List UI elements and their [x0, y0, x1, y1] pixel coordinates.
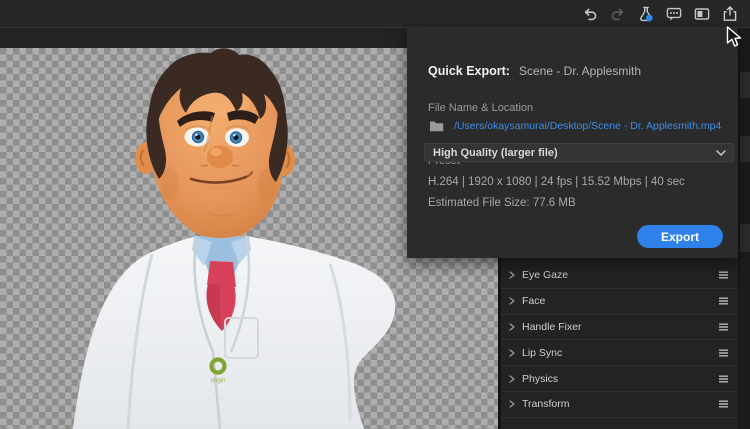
- quick-export-title-label: Quick Export:: [428, 64, 510, 78]
- behavior-label: Eye Gaze: [522, 269, 569, 282]
- chevron-right-icon: [509, 349, 515, 357]
- chevron-right-icon: [509, 297, 515, 305]
- eye-glint-right: [233, 134, 236, 137]
- behavior-label: Transform: [522, 398, 570, 411]
- toolbar-icon-group: [581, 0, 739, 28]
- tie-knot: [207, 261, 236, 287]
- behavior-label: Face: [522, 295, 546, 308]
- chevron-right-icon: [509, 323, 515, 331]
- share-export-icon[interactable]: [721, 5, 739, 23]
- behavior-row-handle-fixer[interactable]: Handle Fixer: [501, 315, 738, 341]
- puppet-nose: [207, 145, 233, 169]
- scrollbar-fragment[interactable]: [740, 224, 750, 252]
- top-toolbar: [0, 0, 750, 28]
- eye-glint-left: [195, 133, 198, 136]
- menu-icon[interactable]: [718, 349, 729, 357]
- chevron-right-icon: [509, 271, 515, 280]
- comments-icon[interactable]: [665, 5, 683, 23]
- behavior-label: Lip Sync: [522, 346, 563, 359]
- quick-export-panel: Quick Export: Scene - Dr. Applesmith File…: [407, 27, 738, 258]
- behavior-row-lip-sync[interactable]: Lip Sync: [501, 340, 738, 367]
- right-edge-panel: [738, 28, 750, 429]
- test-flask-icon[interactable]: [637, 5, 655, 23]
- quick-export-title: Quick Export: Scene - Dr. Applesmith: [428, 64, 641, 78]
- menu-icon[interactable]: [718, 271, 729, 279]
- redo-icon[interactable]: [609, 5, 627, 23]
- menu-icon[interactable]: [718, 375, 729, 383]
- export-button[interactable]: Export: [637, 225, 723, 248]
- behaviors-panel: Eye Gaze Face Handle Fixer Lip Sync Phys…: [501, 258, 738, 429]
- behavior-label: Physics: [522, 372, 559, 385]
- character-animator-window: origin Quick Export: Scene - Dr. Applesm…: [0, 0, 750, 429]
- preset-dropdown[interactable]: High Quality (larger file): [424, 143, 734, 162]
- preset-selected-value: High Quality (larger file): [433, 146, 558, 159]
- folder-icon[interactable]: [429, 120, 444, 132]
- behavior-row-face[interactable]: Face: [501, 289, 738, 315]
- menu-icon[interactable]: [718, 323, 729, 331]
- behavior-row-physics[interactable]: Physics: [501, 366, 738, 392]
- scene-viewport-header: [0, 29, 407, 48]
- coat-logo-text: origin: [211, 378, 226, 384]
- behavior-row-eye-gaze[interactable]: Eye Gaze: [501, 263, 738, 289]
- export-file-path-link[interactable]: /Users/okaysamurai/Desktop/Scene - Dr. A…: [454, 120, 721, 132]
- scene-name: Scene - Dr. Applesmith: [518, 64, 642, 78]
- chevron-right-icon: [509, 374, 515, 383]
- estimated-file-size: Estimated File Size: 77.6 MB: [428, 197, 576, 209]
- menu-icon[interactable]: [718, 400, 729, 408]
- file-name-location-label: File Name & Location: [428, 102, 534, 114]
- panel-layout-icon[interactable]: [693, 5, 711, 23]
- chevron-down-icon: [716, 150, 726, 156]
- menu-icon[interactable]: [718, 297, 729, 305]
- chevron-right-icon: [509, 400, 515, 409]
- export-specs-line: H.264 | 1920 x 1080 | 24 fps | 15.52 Mbp…: [428, 176, 685, 188]
- undo-icon[interactable]: [581, 5, 599, 23]
- file-path-row: /Users/okaysamurai/Desktop/Scene - Dr. A…: [429, 120, 721, 132]
- behavior-label: Handle Fixer: [522, 320, 582, 333]
- scrollbar-fragment[interactable]: [740, 72, 750, 98]
- scrollbar-fragment[interactable]: [740, 136, 750, 162]
- cheek-shade-left: [161, 167, 179, 201]
- nose-highlight: [210, 147, 222, 157]
- behavior-row-transform[interactable]: Transform: [501, 392, 738, 418]
